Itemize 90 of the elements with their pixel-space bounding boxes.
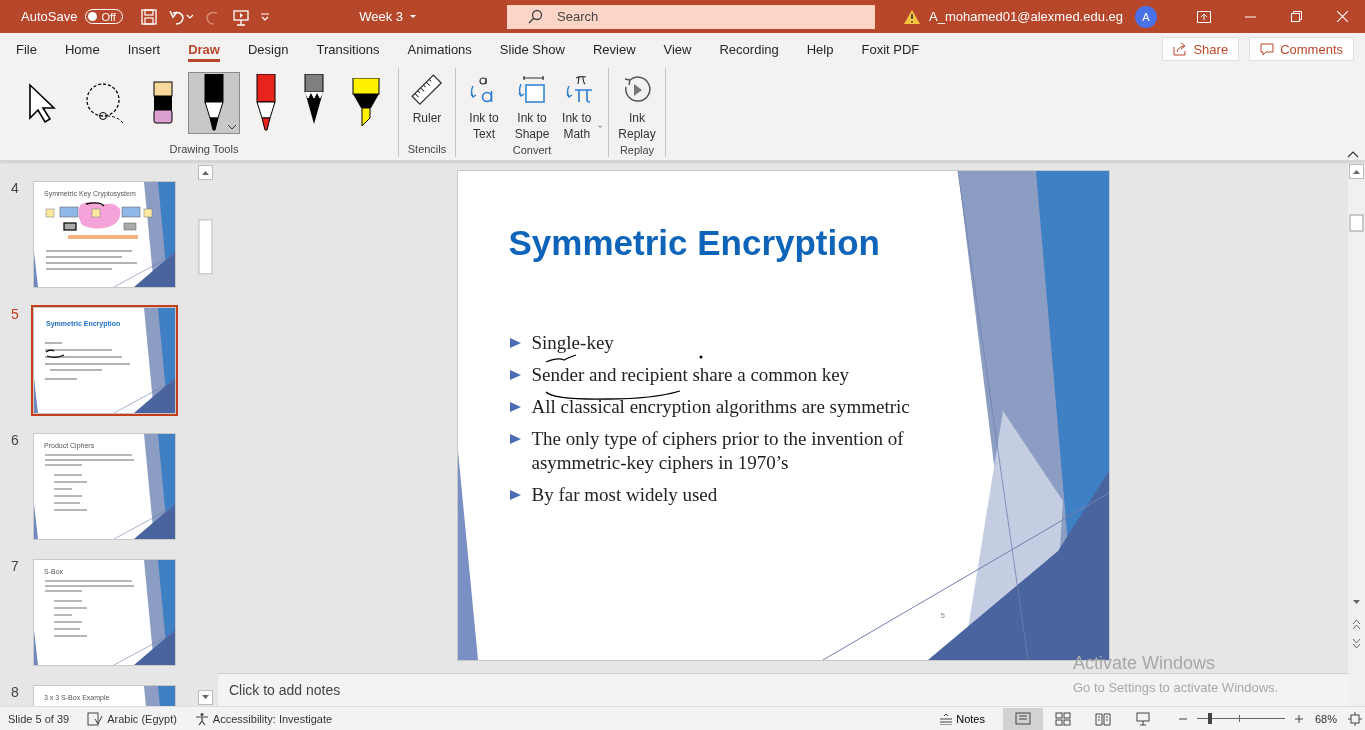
search-field[interactable]: Search: [507, 4, 875, 29]
ribbon-tab[interactable]: Design: [237, 35, 299, 63]
ribbon-tab[interactable]: Animations: [397, 35, 482, 63]
save-icon: [139, 7, 158, 26]
minimize-icon: [1244, 15, 1256, 18]
ink-to-shape-button[interactable]: Ink to Shape: [510, 72, 554, 144]
autosave-label: AutoSave: [21, 9, 78, 24]
slide-title: Symmetric Encryption: [508, 223, 881, 263]
comment-icon: [1260, 42, 1275, 56]
close-icon: [1336, 11, 1348, 22]
replay-button[interactable]: Ink Replay: [615, 72, 659, 144]
slide-number: 8: [10, 684, 20, 700]
language[interactable]: Arabic (Egypt): [107, 712, 177, 725]
account-name[interactable]: A_mohamed01@alexmed.edu.eg: [929, 9, 1123, 24]
group-label: Replay: [618, 144, 656, 158]
caret-icon: [597, 123, 602, 129]
ink-to-shape-icon: [516, 74, 548, 106]
slide-number: 7: [10, 558, 20, 574]
zoom-slider[interactable]: [1194, 713, 1287, 724]
bullet-text: Sender and recipient share a common key: [531, 363, 850, 387]
page-number: 5: [940, 611, 945, 620]
search-placeholder: Search: [557, 9, 599, 24]
slide-counter: Slide 5 of 39: [8, 712, 70, 725]
group-label: Stencils: [406, 143, 448, 157]
pen-icon: [203, 74, 225, 132]
normal-view-icon: [1014, 711, 1031, 726]
group-label: Drawing Tools: [168, 143, 240, 157]
fit-icon: [1348, 711, 1362, 726]
ribbon-tab[interactable]: Recording: [709, 35, 789, 63]
ink-to-text-button[interactable]: Ink to Text: [462, 72, 506, 144]
ribbon-tab[interactable]: Help: [796, 35, 844, 63]
caret-icon: [185, 14, 194, 19]
ribbon-tab[interactable]: Insert: [117, 35, 171, 63]
highlighter-icon: [351, 78, 381, 128]
activation-title: Activate Windows: [1073, 653, 1217, 674]
comments-button[interactable]: Comments: [1249, 37, 1354, 61]
ribbon-tab[interactable]: Foxit PDF: [851, 35, 930, 63]
notes-placeholder[interactable]: Click to add notes: [229, 682, 341, 698]
bullet-text: Single-key: [531, 331, 614, 355]
avatar[interactable]: A: [1135, 5, 1157, 28]
pointer-icon: [27, 82, 57, 124]
ruler-button[interactable]: Ruler: [405, 72, 449, 128]
spelling-icon: [87, 711, 104, 726]
slide-number: 6: [10, 432, 20, 448]
slide-number: 4: [10, 180, 20, 196]
slideshow-view-icon: [1134, 711, 1151, 726]
pen-icon: [255, 74, 277, 132]
share-button[interactable]: Share: [1162, 37, 1240, 61]
ink-to-math-button[interactable]: Ink to Math: [558, 72, 602, 144]
bullet-text: By far most widely used: [531, 483, 718, 507]
ribbon-tab[interactable]: File: [6, 35, 47, 63]
notes-icon: [939, 712, 954, 725]
accessibility-icon: [194, 711, 209, 726]
zoom-level[interactable]: 68%: [1314, 712, 1337, 725]
presentation-icon: [231, 7, 250, 26]
ribbon-tab[interactable]: Draw: [178, 35, 230, 63]
eraser-icon: [153, 81, 173, 125]
ribbon-tab[interactable]: Review: [582, 35, 646, 63]
document-title: Week 3: [359, 9, 403, 24]
ribbon-tab[interactable]: Home: [54, 35, 110, 63]
bullet-icon: [508, 369, 522, 381]
bullet-icon: [508, 337, 522, 349]
normal-view-button[interactable]: [1002, 707, 1043, 730]
bullet-icon: [508, 401, 522, 413]
ribbon-tab[interactable]: Slide Show: [489, 35, 575, 63]
bullet-text: The only type of ciphers prior to the invention of asymmetric-key ciphers in 1970’s: [531, 427, 905, 475]
search-icon: [527, 8, 543, 25]
bullet-icon: [508, 433, 522, 445]
slide-number: 5: [10, 306, 20, 322]
notes-button[interactable]: Notes: [939, 712, 985, 725]
bullet-icon: [508, 489, 522, 501]
collapse-icon: [1347, 150, 1359, 158]
ribbon-tab[interactable]: View: [653, 35, 702, 63]
pen-tool[interactable]: [188, 72, 240, 134]
reading-view-icon: [1094, 711, 1111, 726]
ink-dot: [699, 355, 702, 359]
sorter-view-icon: [1054, 711, 1071, 726]
activation-text: Go to Settings to activate Windows.: [1073, 680, 1279, 695]
accessibility-status[interactable]: Accessibility: Investigate: [212, 712, 333, 725]
minus-icon: [1178, 717, 1187, 720]
warning-icon: [903, 8, 922, 25]
bullet-text: All classical encryption algorithms are symmetric: [531, 395, 910, 419]
restore-icon: [1290, 11, 1302, 22]
ink-stroke: [544, 354, 577, 363]
ribbon-display-icon: [1197, 10, 1211, 23]
group-label: Convert: [511, 144, 553, 158]
share-icon: [1173, 42, 1188, 56]
ribbon-tab[interactable]: Transitions: [306, 35, 390, 63]
plus-icon: [1294, 714, 1303, 723]
caret-icon: [227, 124, 237, 130]
